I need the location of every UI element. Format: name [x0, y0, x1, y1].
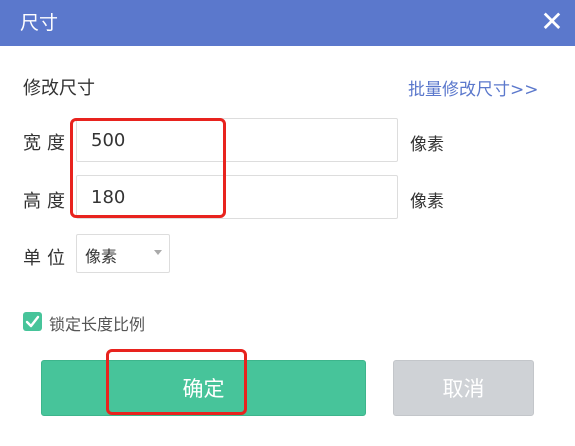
lock-ratio-checkbox[interactable]	[23, 312, 42, 331]
width-unit-label: 像素	[410, 135, 444, 155]
check-icon	[25, 315, 40, 328]
unit-select-value: 像素	[85, 247, 118, 266]
height-label: 高度	[23, 191, 71, 212]
cancel-button[interactable]: 取消	[393, 360, 534, 416]
unit-select[interactable]: 像素	[76, 234, 170, 273]
dialog-title: 尺寸	[20, 12, 59, 34]
height-unit-label: 像素	[410, 192, 444, 212]
annotation-box-confirm	[106, 349, 247, 415]
dialog-titlebar: 尺寸 ✕	[0, 0, 575, 46]
close-icon[interactable]: ✕	[537, 7, 567, 37]
width-label: 宽度	[23, 133, 71, 154]
resize-dialog: 尺寸 ✕ 修改尺寸 批量修改尺寸>> 宽度 像素 高度 像素 单位 像素 锁定长…	[0, 0, 575, 446]
lock-ratio-label[interactable]: 锁定长度比例	[49, 311, 145, 335]
chevron-down-icon	[154, 250, 162, 255]
unit-label: 单位	[23, 248, 71, 269]
annotation-box-inputs	[70, 118, 226, 218]
batch-resize-link[interactable]: 批量修改尺寸>>	[408, 75, 539, 100]
section-title: 修改尺寸	[23, 78, 95, 99]
